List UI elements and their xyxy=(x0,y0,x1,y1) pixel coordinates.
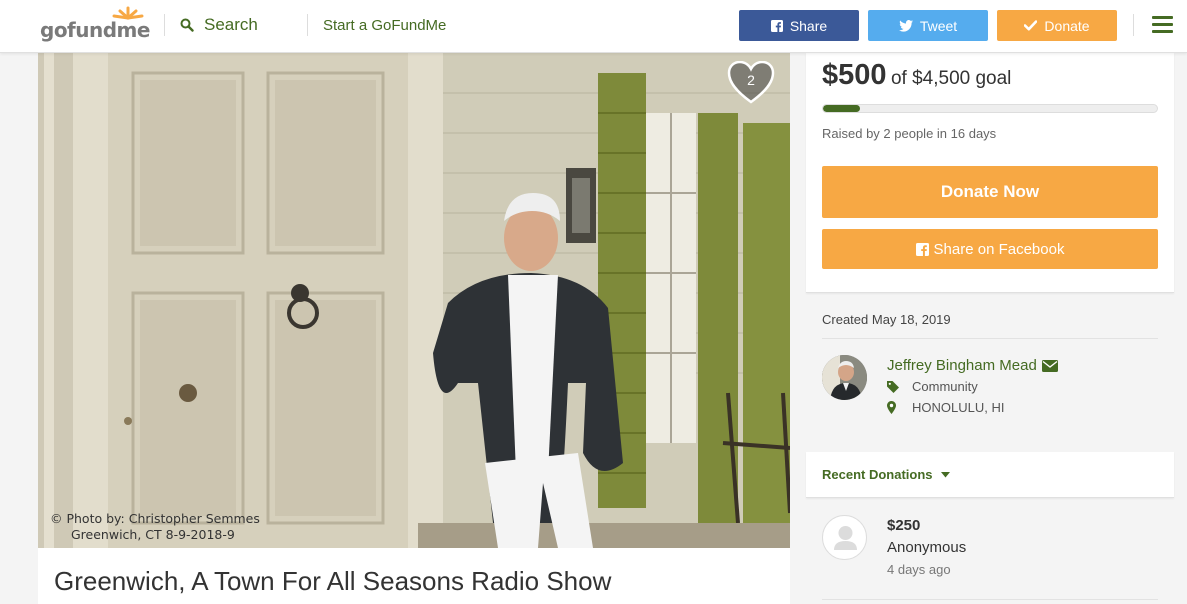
progress-fill xyxy=(823,105,861,112)
start-gofundme-link[interactable]: Start a GoFundMe xyxy=(323,17,446,34)
donation-time: 4 days ago xyxy=(887,562,951,577)
title-card: Greenwich, A Town For All Seasons Radio … xyxy=(38,548,790,604)
header-divider xyxy=(1133,14,1134,36)
share-on-facebook-button[interactable]: Share on Facebook xyxy=(822,229,1158,269)
campaign-title: Greenwich, A Town For All Seasons Radio … xyxy=(54,566,612,596)
donation-amount: $250 xyxy=(887,517,921,534)
hamburger-menu-icon[interactable] xyxy=(1152,16,1173,34)
photo-credit-line-1: © Photo by: Christopher Semmes xyxy=(50,511,260,526)
organizer-avatar-image xyxy=(822,355,867,400)
donate-label: Donate xyxy=(1044,17,1090,34)
checkmark-icon xyxy=(1024,20,1038,31)
top-header: gofundme Search Start a GoFundMe Share T… xyxy=(0,0,1187,53)
progress-bar xyxy=(822,104,1158,113)
share-facebook-label: Share on Facebook xyxy=(933,240,1065,258)
caret-down-icon xyxy=(940,471,950,477)
organizer-category[interactable]: Community xyxy=(912,379,978,394)
header-share-button[interactable]: Share xyxy=(739,10,859,41)
organizer-name-link[interactable]: Jeffrey Bingham Mead xyxy=(887,357,1058,374)
organizer-avatar[interactable] xyxy=(822,355,867,400)
logo-text: gofundme xyxy=(40,18,150,42)
photo-credit-line-2: Greenwich, CT 8-9-2018-9 xyxy=(71,527,235,542)
donor-avatar xyxy=(822,515,867,560)
heart-count-badge[interactable]: 2 xyxy=(727,60,775,105)
facebook-icon xyxy=(915,242,929,256)
organizer-name: Jeffrey Bingham Mead xyxy=(887,357,1037,374)
funding-card: $500 of $4,500 goal Raised by 2 people i… xyxy=(806,53,1174,293)
recent-donations-label: Recent Donations xyxy=(822,467,933,482)
organizer-location-row: HONOLULU, HI xyxy=(887,400,1004,415)
logo-sun-icon xyxy=(112,6,144,20)
twitter-icon xyxy=(898,19,913,32)
divider xyxy=(822,338,1158,339)
gofundme-logo[interactable]: gofundme xyxy=(40,6,150,42)
facebook-icon xyxy=(770,19,783,32)
map-marker-icon xyxy=(887,401,896,414)
user-placeholder-icon xyxy=(834,526,857,550)
raised-summary: $500 of $4,500 goal xyxy=(822,59,1011,92)
header-donate-button[interactable]: Donate xyxy=(997,10,1117,41)
divider xyxy=(822,599,1158,600)
recent-donations-card: Recent Donations xyxy=(806,452,1174,498)
goal-text: of $4,500 goal xyxy=(890,68,1012,89)
envelope-icon[interactable] xyxy=(1041,359,1058,372)
heart-count: 2 xyxy=(747,72,755,88)
header-divider xyxy=(307,14,308,36)
header-divider xyxy=(164,14,165,36)
campaign-photo: © Photo by: Christopher Semmes Greenwich… xyxy=(38,53,790,548)
campaign-photo-image: © Photo by: Christopher Semmes Greenwich… xyxy=(38,53,790,548)
raised-amount: $500 xyxy=(822,59,887,91)
tag-icon xyxy=(887,380,899,393)
share-label: Share xyxy=(789,17,828,34)
search-label: Search xyxy=(204,15,258,34)
organizer-location: HONOLULU, HI xyxy=(912,400,1005,415)
recent-donations-toggle[interactable]: Recent Donations xyxy=(822,467,950,482)
organizer-category-row: Community xyxy=(887,379,978,394)
tweet-label: Tweet xyxy=(919,17,958,34)
raised-by-text: Raised by 2 people in 16 days xyxy=(822,126,997,141)
donate-now-button[interactable]: Donate Now xyxy=(822,166,1158,218)
donor-name: Anonymous xyxy=(887,539,967,556)
header-tweet-button[interactable]: Tweet xyxy=(868,10,988,41)
search-icon xyxy=(180,18,194,32)
search-button[interactable]: Search xyxy=(180,15,258,35)
created-date: Created May 18, 2019 xyxy=(822,312,951,327)
